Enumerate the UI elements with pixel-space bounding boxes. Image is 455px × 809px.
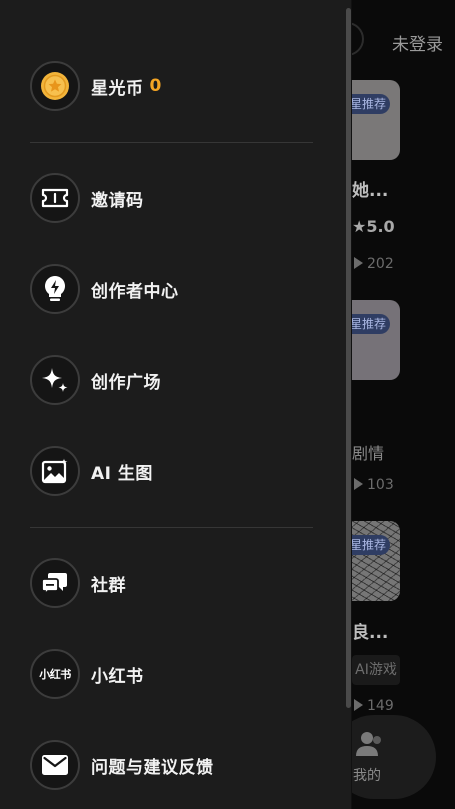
image-sparkle-icon — [41, 458, 68, 484]
menu-item-label: 社群 — [91, 575, 126, 596]
story-rating: ★5.0 — [352, 217, 395, 236]
menu-item-label: 邀请码 — [91, 190, 144, 211]
menu-item-label: AI 生图 — [91, 463, 153, 484]
tab-mine[interactable]: 我的 — [353, 765, 381, 785]
menu-item-xiaohongshu[interactable]: 小红书 小红书 — [30, 648, 320, 700]
login-status[interactable]: 未登录 — [392, 30, 443, 55]
menu-item-ai-image[interactable]: AI 生图 — [30, 445, 320, 497]
mail-icon — [42, 755, 68, 775]
menu-item-label: 创作者中心 — [91, 281, 179, 302]
coin-label: 星光币 — [91, 78, 144, 99]
menu-item-label: 问题与建议反馈 — [91, 757, 214, 778]
coin-balance-row[interactable]: 星光币 0 — [30, 60, 320, 112]
play-count: 202 — [354, 256, 394, 272]
icon-wrapper: 小红书 — [30, 649, 80, 699]
coin-count: 0 — [149, 76, 162, 96]
icon-wrapper — [30, 740, 80, 790]
users-icon — [356, 732, 381, 756]
lightning-bulb-icon — [45, 276, 65, 301]
side-drawer: 星光币 0 邀请码 创作者中心 创作广场 AI 生图 社群 小红书 小红书 问题… — [0, 0, 352, 809]
icon-wrapper — [30, 173, 80, 223]
scrollbar[interactable] — [346, 8, 351, 708]
chat-bubbles-icon — [41, 573, 67, 595]
ticket-icon — [41, 188, 69, 208]
menu-item-community[interactable]: 社群 — [30, 557, 320, 609]
sparkle-icon — [42, 368, 68, 392]
menu-item-feedback[interactable]: 问题与建议反馈 — [30, 739, 320, 791]
xiaohongshu-icon: 小红书 — [39, 668, 71, 681]
story-tag: AI游戏 — [352, 655, 400, 685]
icon-wrapper — [30, 558, 80, 608]
play-count: 103 — [354, 477, 394, 493]
story-title: 良... — [352, 623, 389, 643]
menu-item-creation-plaza[interactable]: 创作广场 — [30, 354, 320, 406]
icon-wrapper — [30, 355, 80, 405]
menu-item-label: 创作广场 — [91, 372, 161, 393]
icon-wrapper — [30, 446, 80, 496]
divider — [30, 142, 313, 143]
menu-item-label: 小红书 — [91, 666, 144, 687]
coin-icon — [41, 72, 69, 100]
icon-wrapper — [30, 264, 80, 314]
story-title: 她... — [352, 181, 389, 201]
story-tag: 剧情 — [352, 444, 385, 463]
divider — [30, 527, 313, 528]
play-count: 149 — [354, 698, 394, 714]
menu-item-creator-center[interactable]: 创作者中心 — [30, 263, 320, 315]
coin-icon-wrapper — [30, 61, 80, 111]
menu-item-invite-code[interactable]: 邀请码 — [30, 172, 320, 224]
